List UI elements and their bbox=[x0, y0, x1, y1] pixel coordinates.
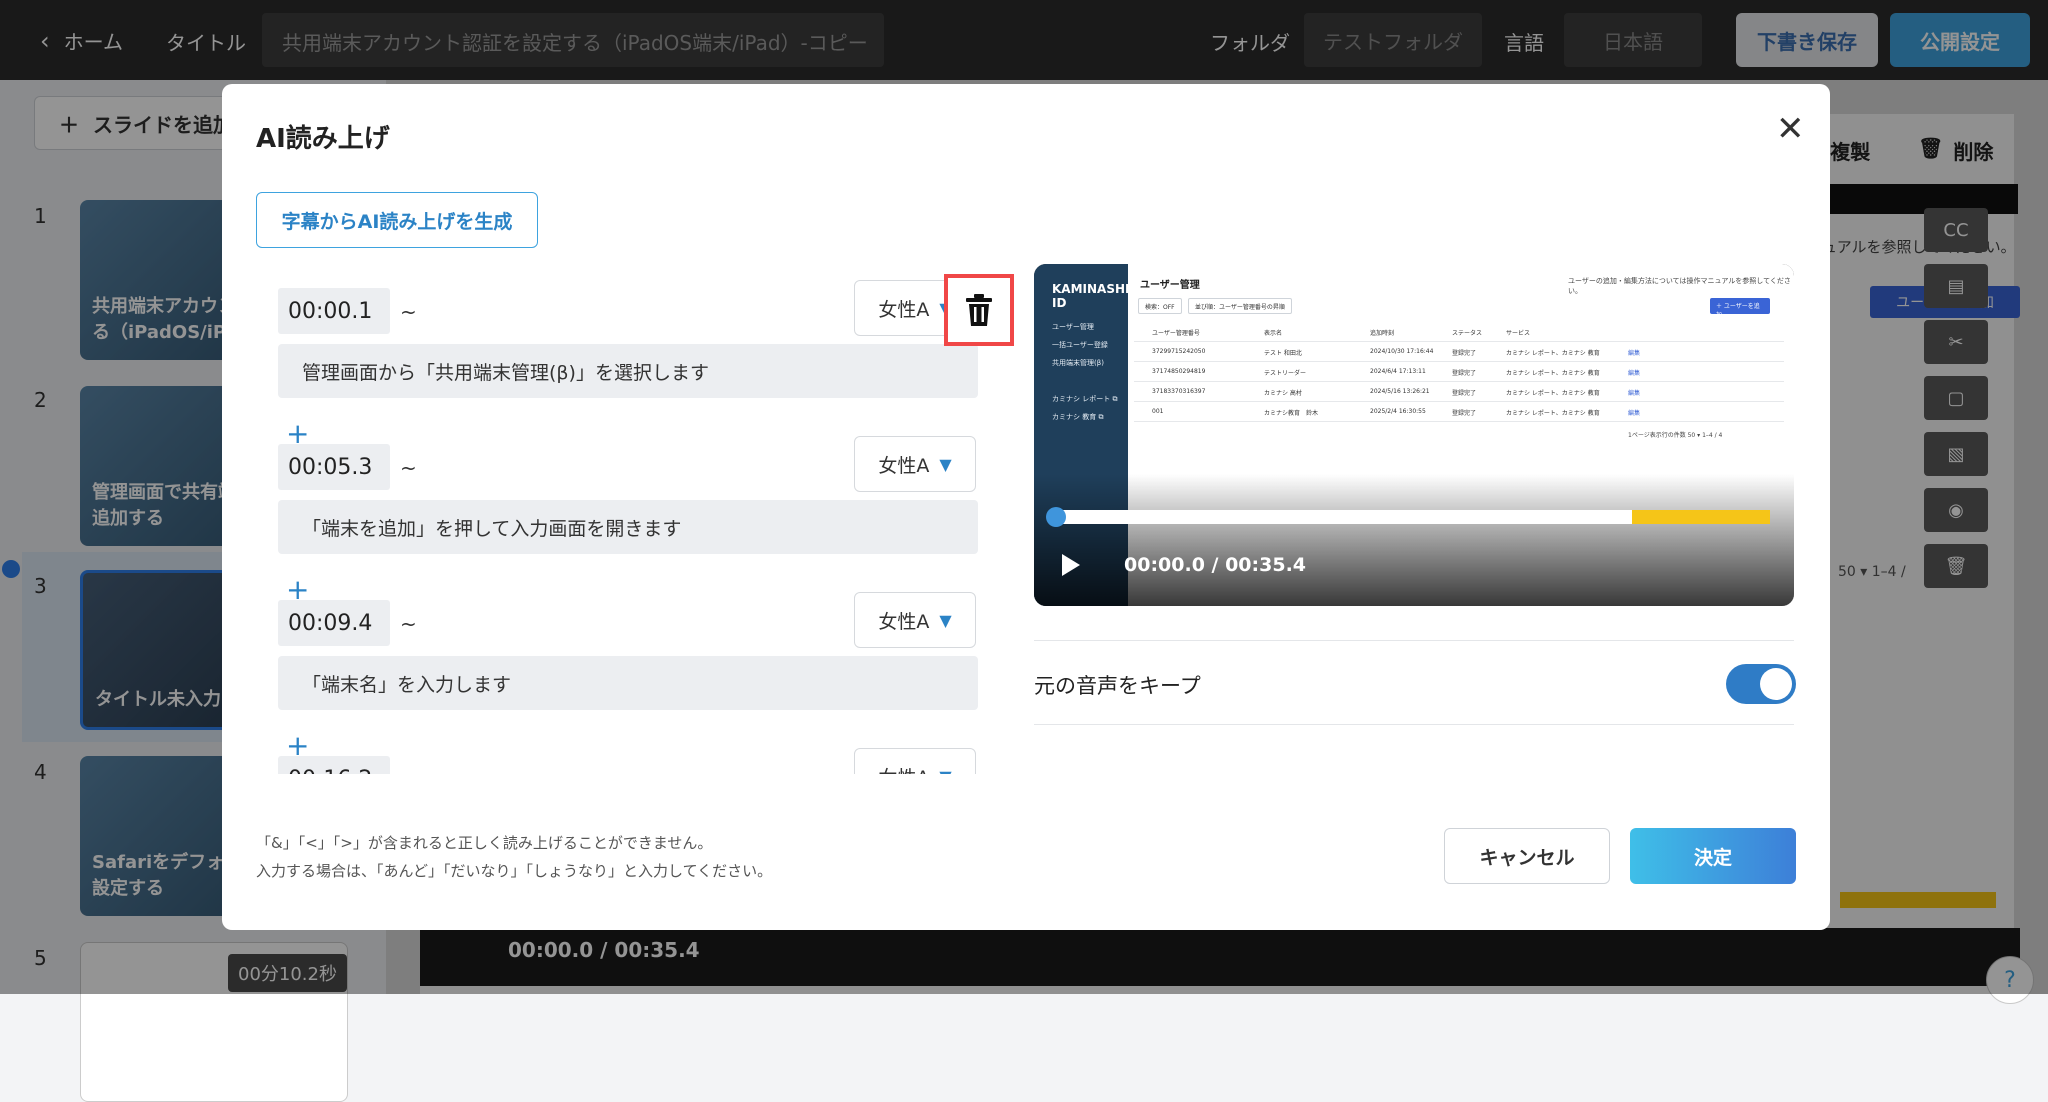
segment-text-input[interactable]: 「端末名」を入力します bbox=[278, 656, 978, 710]
cell: 登録完了 bbox=[1452, 390, 1477, 397]
cell: 37174850294819 bbox=[1152, 368, 1206, 375]
cell: 2025/2/4 16:30:55 bbox=[1370, 408, 1426, 415]
preview-note: ユーザーの追加・編集方法については操作マニュアルを参照してください。 bbox=[1568, 277, 1791, 295]
toggle-knob bbox=[1760, 668, 1792, 700]
ai-narration-dialog: AI読み上げ ✕ 字幕からAI読み上げを生成 00:00.1 ~ 女性A ▼ 管理… bbox=[222, 84, 1830, 930]
cell: 001 bbox=[1152, 408, 1164, 415]
preview-nav-item: 一括ユーザー登録 bbox=[1052, 341, 1108, 349]
divider bbox=[1034, 640, 1794, 641]
voice-select[interactable]: 女性A ▼ bbox=[854, 748, 976, 774]
chevron-down-icon: ▼ bbox=[939, 610, 952, 630]
chevron-down-icon: ▼ bbox=[939, 454, 952, 474]
table-row: 37183370316397 カミナシ 高村 2024/5/16 13:26:2… bbox=[1134, 382, 1784, 402]
player-shade bbox=[1034, 474, 1794, 606]
chevron-down-icon: ▼ bbox=[939, 767, 951, 775]
cell: 編集 bbox=[1628, 370, 1641, 377]
segment-time-input[interactable]: 00:05.3 bbox=[278, 444, 390, 490]
cancel-button[interactable]: キャンセル bbox=[1444, 828, 1610, 884]
dialog-title: AI読み上げ bbox=[256, 124, 390, 154]
cell: 2024/6/4 17:13:11 bbox=[1370, 368, 1426, 375]
narration-range-bar bbox=[1632, 510, 1770, 524]
voice-label: 女性A bbox=[878, 610, 930, 633]
cell: 登録完了 bbox=[1452, 350, 1477, 357]
preview-pager: 1ページ表示行の件数 50 ▾ 1–4 / 4 bbox=[1628, 432, 1723, 439]
preview-nav-item: ユーザー管理 bbox=[1052, 323, 1094, 331]
cell: カミナシ レポート、カミナシ 教育 bbox=[1506, 390, 1600, 397]
segment-time-input[interactable]: 00:16.2 bbox=[278, 756, 390, 774]
voice-label: 女性A bbox=[878, 763, 929, 775]
preview-table-header: ユーザー管理番号 表示名 追加時刻 ステータス サービス bbox=[1134, 322, 1784, 342]
preview-col: ステータス bbox=[1452, 330, 1483, 337]
narration-segment-list: 00:00.1 ~ 女性A▼ 管理画面から「共用端末管理(β)」を選択します +… bbox=[256, 272, 1056, 774]
cell: カミナシ 高村 bbox=[1264, 390, 1302, 397]
segment-text-input[interactable]: 管理画面から「共用端末管理(β)」を選択します bbox=[278, 344, 978, 398]
table-row: 37174850294819 テストリーダー 2024/6/4 17:13:11… bbox=[1134, 362, 1784, 382]
cell: カミナシ レポート、カミナシ 教育 bbox=[1506, 410, 1600, 417]
warning-line: 入力する場合は、「あんど」「だいなり」「しょうなり」と入力してください。 bbox=[256, 861, 773, 880]
input-warning: 「&」「<」「>」が含まれると正しく読み上げることができません。 入力する場合は… bbox=[256, 830, 772, 886]
preview-col: 表示名 bbox=[1264, 330, 1283, 337]
time-separator: ~ bbox=[400, 456, 417, 480]
preview-heading: ユーザー管理 bbox=[1140, 280, 1200, 291]
cell: テスト 和田北 bbox=[1264, 350, 1302, 357]
time-separator: ~ bbox=[400, 300, 417, 324]
preview-col: 追加時刻 bbox=[1370, 330, 1395, 337]
preview-nav-item: カミナシ レポート ⧉ bbox=[1052, 395, 1118, 403]
cell: 編集 bbox=[1628, 410, 1641, 417]
close-icon[interactable]: ✕ bbox=[1776, 112, 1805, 146]
segment-text-input[interactable]: 「端末を追加」を押して入力画面を開きます bbox=[278, 500, 978, 554]
cell: 登録完了 bbox=[1452, 410, 1477, 417]
play-icon[interactable] bbox=[1062, 554, 1080, 576]
cell: 編集 bbox=[1628, 390, 1641, 397]
cell: カミナシ レポート、カミナシ 教育 bbox=[1506, 350, 1600, 357]
cell: 37299715242050 bbox=[1152, 348, 1206, 355]
preview-nav-item: 共用端末管理(β) bbox=[1052, 359, 1104, 367]
keep-audio-toggle[interactable] bbox=[1726, 664, 1796, 704]
warning-line: 「&」「<」「>」が含まれると正しく読み上げることができません。 bbox=[256, 834, 713, 852]
trash-icon bbox=[966, 294, 992, 326]
voice-label: 女性A bbox=[878, 298, 930, 321]
divider bbox=[1034, 724, 1794, 725]
time-separator: ~ bbox=[400, 612, 417, 636]
playback-time: 00:00.0 / 00:35.4 bbox=[1124, 554, 1307, 576]
cell: カミナシ レポート、カミナシ 教育 bbox=[1506, 370, 1600, 377]
cell: 2024/5/16 13:26:21 bbox=[1370, 388, 1430, 395]
preview-add-user: ＋ ユーザーを追加 bbox=[1710, 298, 1770, 319]
preview-sort: 並び順：ユーザー管理番号の昇順 bbox=[1188, 298, 1292, 314]
generate-from-subtitles-button[interactable]: 字幕からAI読み上げを生成 bbox=[256, 192, 538, 248]
cell: 37183370316397 bbox=[1152, 388, 1206, 395]
preview-filter: 検索：OFF bbox=[1138, 298, 1182, 314]
cell: 編集 bbox=[1628, 350, 1641, 357]
cell: テストリーダー bbox=[1264, 370, 1307, 377]
preview-brand: KAMINASHI ID bbox=[1052, 282, 1130, 311]
voice-label: 女性A bbox=[878, 454, 930, 477]
voice-select[interactable]: 女性A ▼ bbox=[854, 592, 976, 648]
cell: カミナシ教育 鈴木 bbox=[1264, 410, 1319, 417]
segment-time-input[interactable]: 00:09.4 bbox=[278, 600, 390, 646]
time-separator: ~ bbox=[400, 768, 417, 774]
keep-audio-label: 元の音声をキープ bbox=[1034, 674, 1201, 698]
segment-time-input[interactable]: 00:00.1 bbox=[278, 288, 390, 334]
table-row: 001 カミナシ教育 鈴木 2025/2/4 16:30:55 登録完了 カミナ… bbox=[1134, 402, 1784, 422]
cell: 2024/10/30 17:16:44 bbox=[1370, 348, 1434, 355]
preview-col: ユーザー管理番号 bbox=[1152, 330, 1200, 337]
video-preview[interactable]: KAMINASHI ID ユーザー管理 一括ユーザー登録 共用端末管理(β) カ… bbox=[1034, 264, 1794, 606]
voice-select[interactable]: 女性A ▼ bbox=[854, 436, 976, 492]
cell: 登録完了 bbox=[1452, 370, 1477, 377]
preview-col: サービス bbox=[1506, 330, 1531, 337]
delete-segment-button[interactable] bbox=[944, 274, 1014, 346]
seek-handle[interactable] bbox=[1046, 507, 1066, 527]
confirm-button[interactable]: 決定 bbox=[1630, 828, 1796, 884]
preview-nav-item: カミナシ 教育 ⧉ bbox=[1052, 413, 1104, 421]
table-row: 37299715242050 テスト 和田北 2024/10/30 17:16:… bbox=[1134, 342, 1784, 362]
